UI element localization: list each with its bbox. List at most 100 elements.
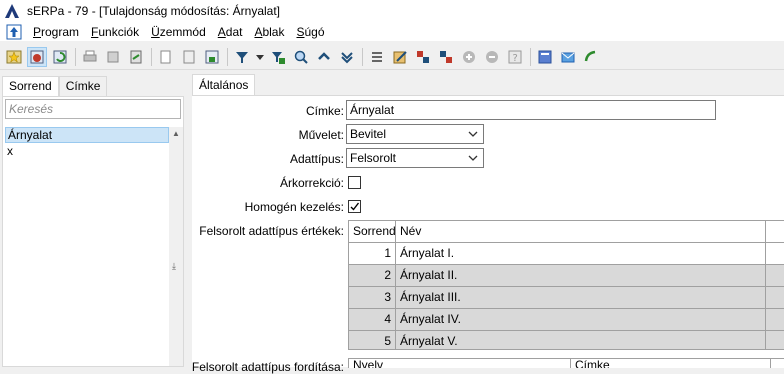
remove-icon [486,50,498,63]
filter-clear-button[interactable] [268,47,288,67]
collapse-icon [318,51,330,60]
export-icon [130,50,142,63]
swap-2-icon [440,50,452,63]
phone-icon [584,50,596,61]
chevron-down-icon [468,155,478,161]
row-name: Árnyalat V. [396,331,766,349]
menu-sugo-label: úgó [304,24,325,39]
calculator-icon [538,50,552,63]
forditas-label: Felsorolt adattípus fordítása: [191,360,344,374]
search-button[interactable] [291,47,311,67]
menu-adat[interactable]: Adat [212,22,249,42]
muvelet-value: Bevitel [350,127,387,141]
star-button[interactable] [4,47,24,67]
help-button[interactable]: ? [505,47,525,67]
menu-funkciok[interactable]: Funkciók [85,22,145,42]
tab-sorrend[interactable]: Sorrend [2,76,59,97]
save-copy-button[interactable] [202,47,222,67]
scroll-up-icon[interactable]: ▲ [172,129,180,138]
mail-button[interactable] [558,47,578,67]
add-button[interactable] [459,47,479,67]
felsorolt-label: Felsorolt adattípus értékek: [199,224,344,238]
row-order: 2 [349,265,396,287]
upload-icon[interactable] [6,24,22,40]
menu-sugo[interactable]: Súgó [290,22,330,42]
homogen-label: Homogén kezelés: [244,200,344,214]
save-copy-icon [205,50,219,63]
menu-uzemmod[interactable]: Üzemmód [145,22,212,42]
homogen-checkbox[interactable] [348,200,361,213]
filter-dropdown-button[interactable] [255,47,265,67]
adattipus-value: Felsorolt [350,151,397,165]
menu-bar: Program Funkciók Üzemmód Adat Ablak Súgó [0,22,784,42]
tab-cimke[interactable]: Címke [58,76,108,96]
column-header-nev[interactable]: Név [396,221,766,243]
list-icon [372,51,382,62]
checkmark-icon [350,202,360,211]
toolbar-separator [75,47,76,66]
cimke-label: Címke: [305,104,344,118]
phone-button[interactable] [581,47,601,67]
left-tabs: Sorrend Címke [2,76,108,97]
print-icon [83,50,97,61]
add-icon [463,50,475,63]
star-icon [6,50,22,63]
tag-button[interactable] [27,46,47,67]
list-scrollbar[interactable]: ▲ ⤓ [169,127,183,366]
arkorrekcio-checkbox[interactable] [348,176,361,189]
expand-icon [341,51,353,63]
swap-button-2[interactable] [436,47,456,67]
tab-altalanos[interactable]: Általános [192,74,256,96]
menu-program[interactable]: Program [27,22,85,42]
row-name: Árnyalat I. [396,243,766,265]
copy-button-2[interactable] [179,47,199,67]
edit-icon [393,50,407,63]
swap-button[interactable] [413,47,433,67]
menu-adat-accel: A [217,24,226,39]
row-name: Árnyalat III. [396,287,766,309]
edit-button[interactable] [390,47,410,67]
values-grid: Sorrend Név 1 Árnyalat I. 2 Árnyalat II.… [348,220,784,350]
window-title: sERPa - 79 - [Tulajdonság módosítás: Árn… [27,4,281,18]
menu-uzemmod-accel: Ü [151,24,160,39]
copy-icon-2 [183,50,195,63]
muvelet-label: Művelet: [298,128,344,142]
copy-button[interactable] [156,47,176,67]
list-button[interactable] [367,47,387,67]
swap-icon [417,50,429,63]
filter-button[interactable] [232,47,252,67]
collapse-button[interactable] [314,47,334,67]
print-preview-icon [107,51,119,62]
right-panel: Általános Címke: Árnyalat Művelet: Bevit… [190,72,784,374]
table-row[interactable]: 5 Árnyalat V. [349,331,784,349]
left-panel: Sorrend Címke Keresés Árnyalat x ▲ ⤓ [0,72,186,367]
expand-button[interactable] [337,47,357,67]
table-row[interactable]: 1 Árnyalat I. [349,243,784,265]
table-row[interactable]: 4 Árnyalat IV. [349,309,784,331]
search-input[interactable]: Keresés [5,99,181,119]
table-row[interactable]: 3 Árnyalat III. [349,287,784,309]
app-logo-icon [5,4,19,18]
title-bar: sERPa - 79 - [Tulajdonság módosítás: Árn… [0,0,784,22]
muvelet-select[interactable]: Bevitel [346,124,484,144]
column-header-sorrend[interactable]: Sorrend [349,221,396,243]
calculator-button[interactable] [535,47,555,67]
adattipus-select[interactable]: Felsorolt [346,148,484,168]
list-item-x[interactable]: x [5,144,169,160]
row-name: Árnyalat IV. [396,309,766,331]
list-item-arnyalat[interactable]: Árnyalat [5,127,169,143]
table-row[interactable]: 2 Árnyalat II. [349,265,784,287]
refresh-button[interactable] [50,47,70,67]
toolbar-separator [530,47,531,66]
chevron-down-icon [468,131,478,137]
remove-button[interactable] [482,47,502,67]
scroll-to-bottom-icon[interactable]: ⤓ [172,261,176,272]
menu-ablak[interactable]: Ablak [248,22,290,42]
print-button[interactable] [80,47,100,67]
export-button[interactable] [126,47,146,67]
menu-program-accel: P [33,24,42,39]
tag-icon [30,50,44,63]
general-form: Címke: Árnyalat Művelet: Bevitel Adattíp… [192,95,784,374]
print-preview-button[interactable] [103,47,123,67]
cimke-field[interactable]: Árnyalat [346,100,716,120]
